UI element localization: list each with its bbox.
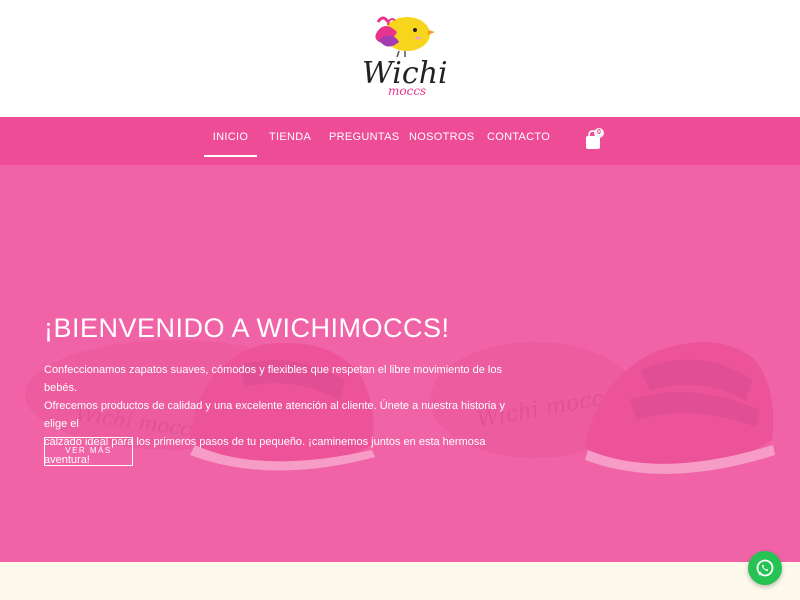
site-header: Wichi moccs: [0, 0, 800, 117]
hero-title: ¡BIENVENIDO A WICHIMOCCS!: [44, 313, 450, 343]
main-nav: INICIO TIENDA PREGUNTAS NOSOTROS CONTACT…: [0, 117, 800, 165]
hero-description-line: Ofrecemos productos de calidad y una exc…: [44, 400, 506, 430]
whatsapp-button[interactable]: [748, 551, 782, 585]
nav-item-preguntas[interactable]: PREGUNTAS: [329, 117, 399, 157]
hero-section: Wichi moccs Wichi moccs ¡BIENVENIDO A WI…: [0, 165, 800, 562]
nav-item-tienda[interactable]: TIENDA: [269, 117, 311, 157]
whatsapp-icon: [756, 559, 774, 577]
nav-item-nosotros[interactable]: NOSOTROS: [409, 117, 474, 157]
ver-mas-button[interactable]: VER MÁS: [44, 437, 133, 466]
logo-subtext: moccs: [388, 84, 427, 98]
cart-count-badge: 0: [594, 128, 604, 138]
nav-item-contacto[interactable]: CONTACTO: [487, 117, 550, 157]
nav-item-inicio[interactable]: INICIO: [204, 117, 257, 157]
next-section: [0, 562, 800, 600]
hero-description-line: Confeccionamos zapatos suaves, cómodos y…: [44, 364, 502, 394]
